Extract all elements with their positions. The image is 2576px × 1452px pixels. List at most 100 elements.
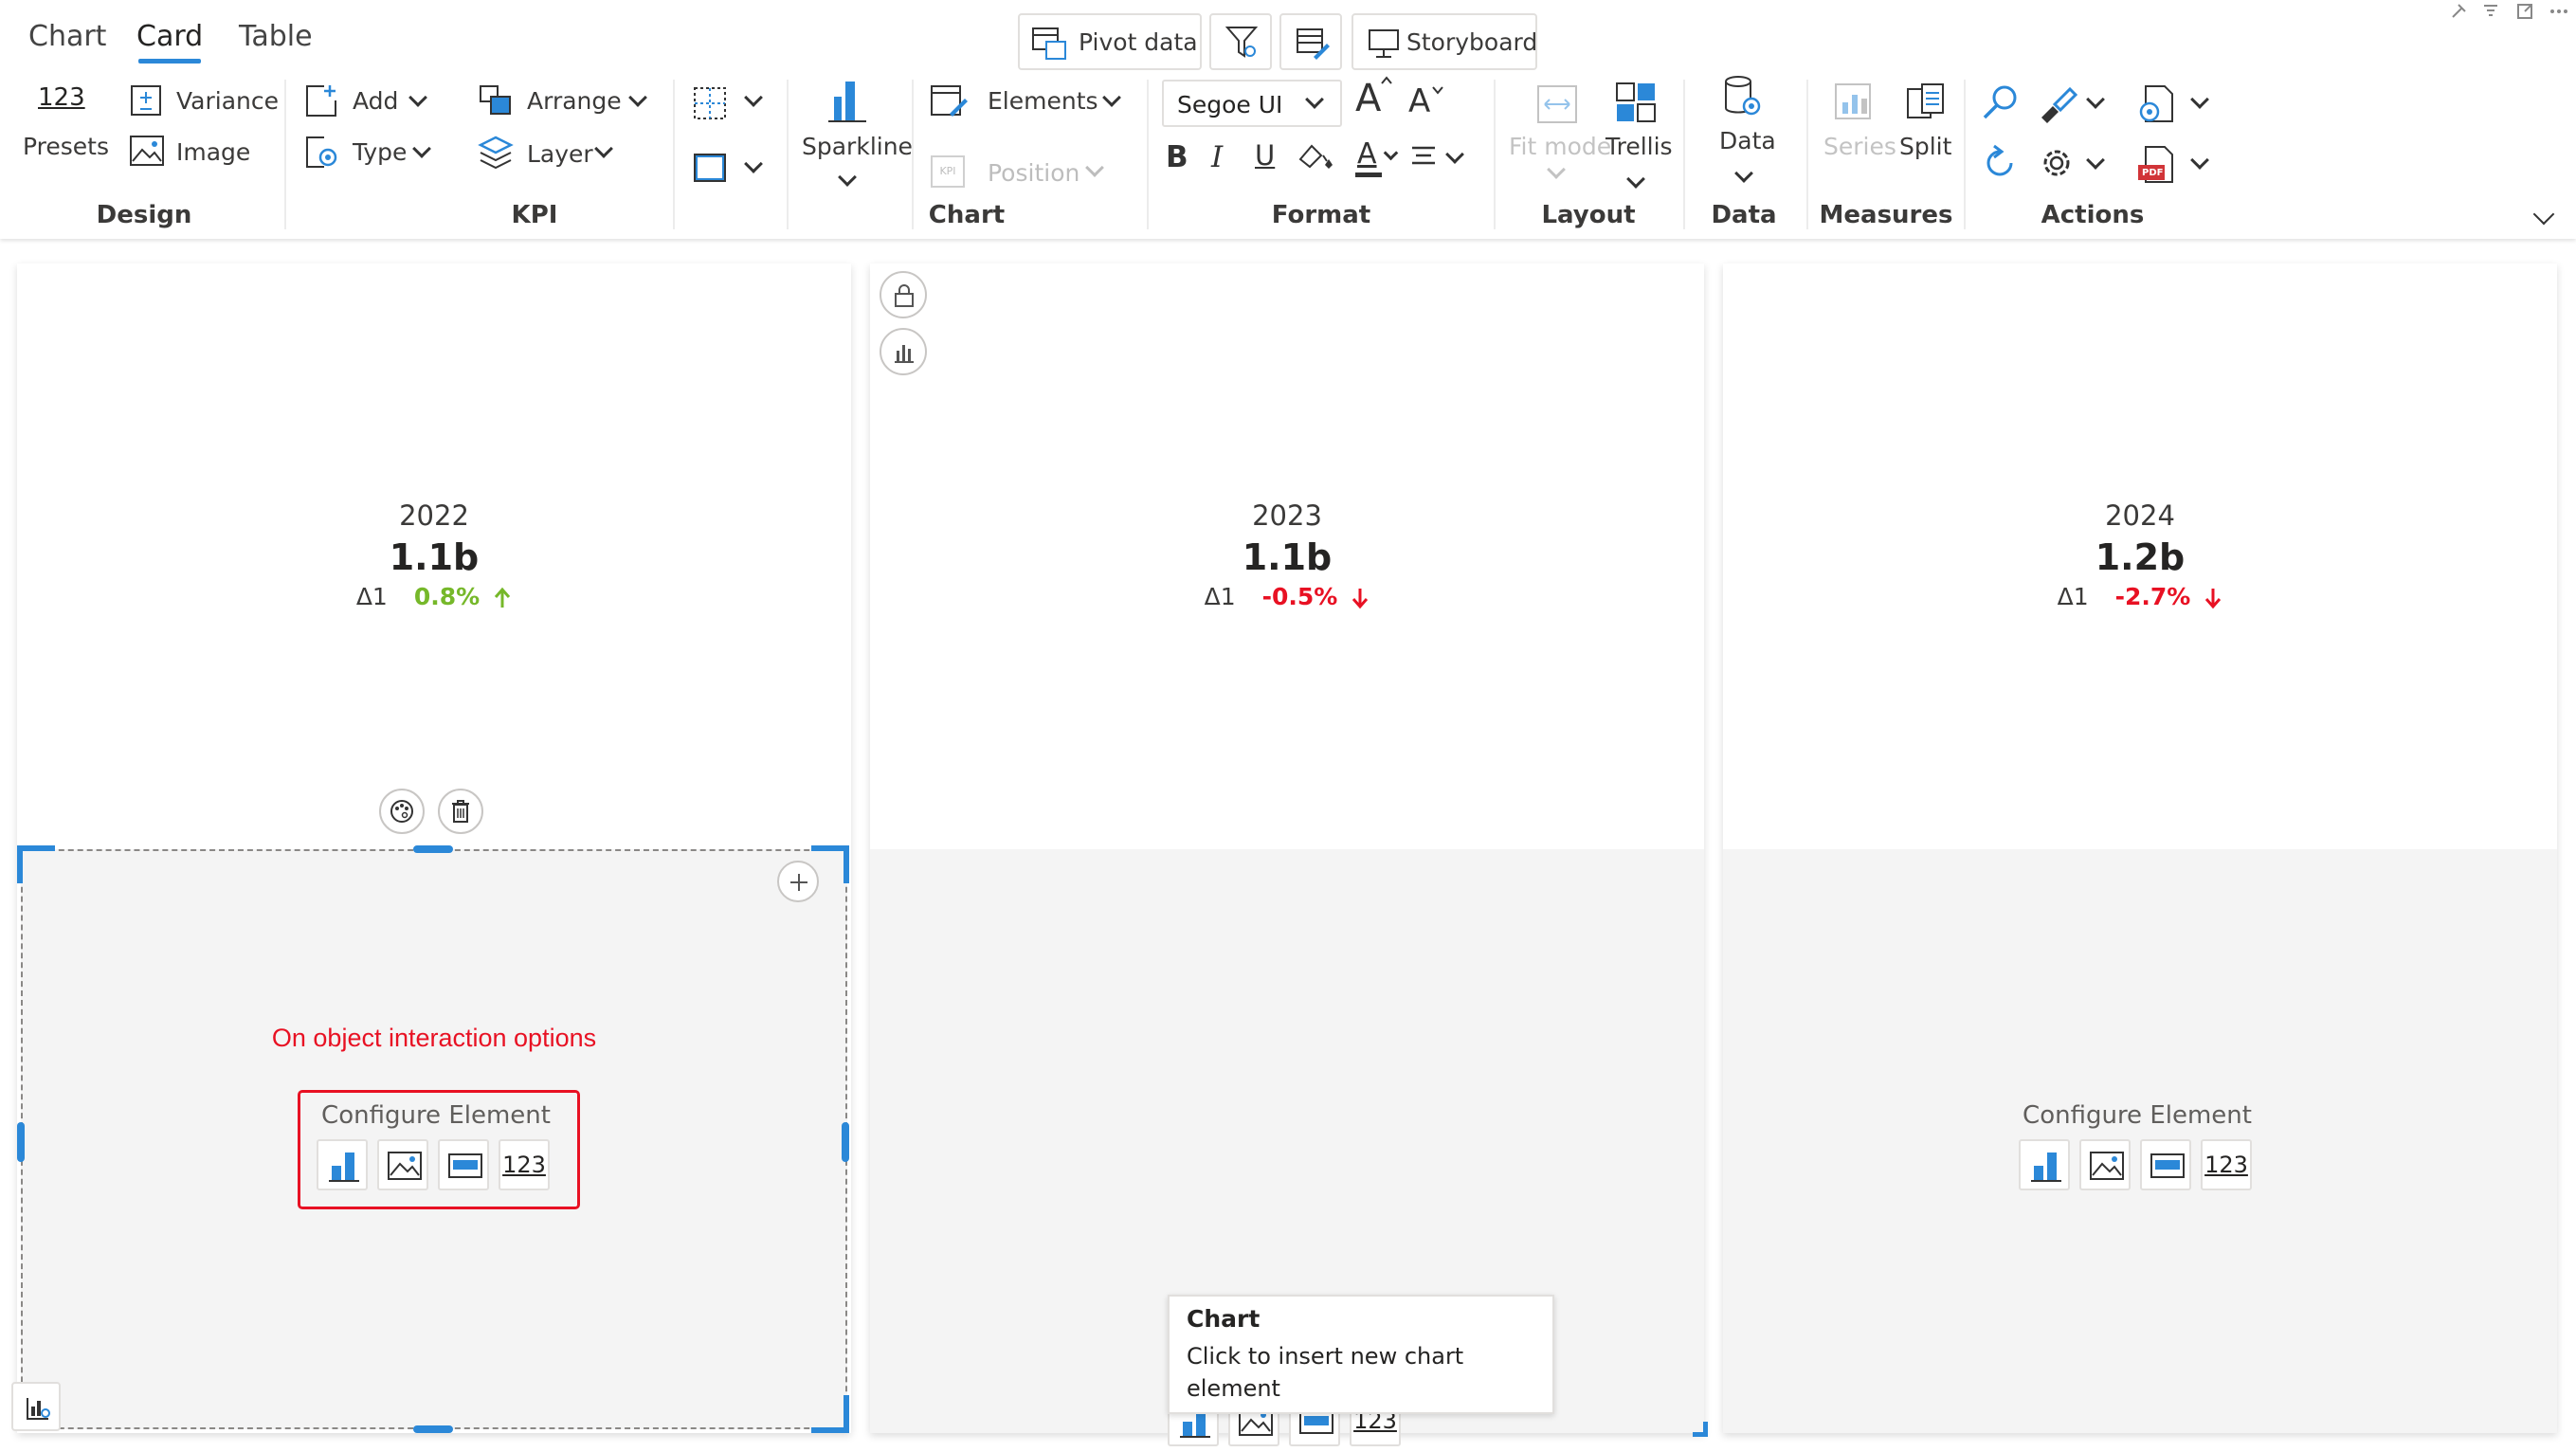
resize-handle[interactable] bbox=[17, 845, 55, 851]
fill-style-button[interactable] bbox=[688, 148, 773, 191]
add-element-button[interactable] bbox=[777, 861, 819, 902]
resize-handle[interactable] bbox=[413, 845, 453, 853]
increase-font-button[interactable]: A bbox=[1353, 76, 1395, 123]
annotation-text: On object interaction options bbox=[271, 1024, 597, 1052]
storyboard-icon bbox=[1369, 29, 1399, 58]
insert-shape-button[interactable] bbox=[2140, 1139, 2191, 1190]
insert-shape-button[interactable] bbox=[438, 1139, 489, 1190]
resize-handle[interactable] bbox=[413, 1425, 453, 1433]
data-button[interactable]: Data bbox=[1706, 74, 1782, 193]
settings-button[interactable] bbox=[2038, 144, 2110, 186]
tab-chart[interactable]: Chart bbox=[28, 17, 106, 57]
resize-handle[interactable] bbox=[17, 1122, 25, 1162]
italic-button[interactable]: I bbox=[1211, 138, 1223, 176]
underline-button[interactable]: U bbox=[1255, 136, 1275, 174]
font-family-select[interactable]: Segoe UI bbox=[1162, 80, 1342, 127]
arrow-down-icon bbox=[2205, 589, 2222, 609]
bold-button[interactable]: B bbox=[1166, 138, 1188, 176]
more-icon[interactable] bbox=[2548, 2, 2570, 21]
storyboard-button[interactable]: Storyboard bbox=[1351, 13, 1537, 70]
variance-button[interactable]: Variance bbox=[127, 82, 279, 121]
palette-icon bbox=[390, 800, 413, 823]
elements-icon bbox=[931, 85, 968, 117]
highlight-icon bbox=[1298, 144, 1333, 169]
search-icon[interactable] bbox=[1981, 83, 2021, 123]
insert-kpi-button[interactable]: 123 bbox=[499, 1139, 550, 1190]
card-value: 1.1b bbox=[389, 536, 480, 578]
pin-icon[interactable] bbox=[2449, 2, 2468, 21]
pivot-icon bbox=[1032, 27, 1066, 60]
kpi-card-2022[interactable]: 2022 1.1b Δ1 0.8% On object interaction o… bbox=[11, 263, 851, 1433]
delta-label: Δ1 bbox=[1204, 583, 1236, 610]
fit-mode-button[interactable]: Fit mode bbox=[1507, 80, 1611, 193]
chart-tools-button[interactable] bbox=[11, 1382, 61, 1431]
format-painter-button[interactable] bbox=[2038, 83, 2110, 125]
delta-label: Δ1 bbox=[355, 583, 388, 610]
selected-element-area[interactable]: On object interaction options Configure … bbox=[21, 849, 847, 1429]
decrease-font-button[interactable]: A bbox=[1406, 80, 1448, 123]
chart-settings-icon bbox=[27, 1398, 50, 1420]
group-label-design: Design bbox=[96, 201, 192, 229]
resize-handle[interactable] bbox=[844, 1395, 849, 1433]
font-color-button[interactable]: A bbox=[1353, 138, 1399, 180]
tab-table[interactable]: Table bbox=[239, 17, 313, 57]
resize-handle[interactable] bbox=[844, 845, 849, 883]
trellis-button[interactable]: Trellis bbox=[1602, 80, 1673, 199]
split-button[interactable]: Split bbox=[1896, 80, 1958, 165]
insert-chart-button[interactable] bbox=[317, 1139, 368, 1190]
resize-handle[interactable] bbox=[17, 845, 23, 883]
highlight-button[interactable] bbox=[1295, 138, 1340, 176]
image-button[interactable]: Image bbox=[127, 133, 269, 172]
active-tab-underline bbox=[138, 59, 201, 64]
kpi-card-2023[interactable]: 2023 1.1b Δ1 -0.5% Chart Click to insert … bbox=[870, 263, 1708, 1446]
sparkline-icon bbox=[828, 82, 866, 122]
image-icon bbox=[2090, 1152, 2124, 1180]
card-value: 1.1b bbox=[1242, 536, 1333, 578]
insert-kpi-button[interactable]: 123 bbox=[2201, 1139, 2252, 1190]
resize-handle[interactable] bbox=[842, 1122, 849, 1162]
filter-settings-button[interactable] bbox=[1209, 13, 1272, 70]
layer-button[interactable]: Layer bbox=[476, 133, 627, 172]
presets-button[interactable]: 123 Presets bbox=[19, 80, 109, 165]
table-edit-button[interactable] bbox=[1279, 13, 1342, 70]
pivot-data-button[interactable]: Pivot data bbox=[1018, 13, 1202, 70]
group-label-chart: Chart bbox=[928, 201, 1006, 229]
layer-icon bbox=[478, 136, 514, 170]
ribbon-separator bbox=[1494, 80, 1496, 229]
insert-chart-button[interactable] bbox=[2019, 1139, 2070, 1190]
delete-button[interactable] bbox=[438, 789, 483, 834]
insert-image-button[interactable] bbox=[377, 1139, 428, 1190]
position-button[interactable]: KPI Position bbox=[927, 152, 1128, 193]
chevron-down-icon bbox=[838, 168, 857, 187]
delta-percent: -0.5% bbox=[1261, 583, 1338, 610]
filter-small-icon[interactable] bbox=[2481, 2, 2500, 21]
chart-type-button[interactable] bbox=[880, 328, 927, 375]
border-style-button[interactable] bbox=[688, 82, 773, 125]
palette-button[interactable] bbox=[379, 789, 425, 834]
delta-percent: -2.7% bbox=[2114, 583, 2191, 610]
align-button[interactable] bbox=[1410, 140, 1469, 178]
document-gear-icon bbox=[2139, 85, 2173, 122]
arrange-button[interactable]: Arrange bbox=[476, 82, 650, 121]
elements-button[interactable]: Elements bbox=[927, 80, 1128, 123]
export-settings-button[interactable] bbox=[2136, 83, 2212, 127]
series-button[interactable]: Series bbox=[1820, 80, 1896, 165]
kpi-position-icon: KPI bbox=[931, 155, 965, 188]
type-button[interactable]: Type bbox=[301, 133, 434, 172]
export-pdf-button[interactable]: PDF bbox=[2136, 144, 2212, 188]
ribbon-separator bbox=[1964, 80, 1966, 229]
fit-mode-icon bbox=[1537, 85, 1577, 123]
collapse-ribbon-icon[interactable] bbox=[2532, 203, 2555, 226]
refresh-icon[interactable] bbox=[1981, 144, 2019, 182]
chevron-down-icon bbox=[1626, 170, 1645, 189]
sparkline-button[interactable]: Sparkline bbox=[798, 78, 913, 197]
tooltip: Chart Click to insert new chart element bbox=[1168, 1295, 1554, 1414]
insert-image-button[interactable] bbox=[2079, 1139, 2131, 1190]
tab-card[interactable]: Card bbox=[136, 17, 203, 57]
resize-handle[interactable] bbox=[1693, 1422, 1708, 1437]
kpi-card-2024[interactable]: 2024 1.2b Δ1 -2.7% Configure Element 123 bbox=[1723, 263, 2557, 1433]
lock-button[interactable] bbox=[880, 271, 927, 318]
add-button[interactable]: Add bbox=[301, 82, 434, 121]
expand-icon[interactable] bbox=[2515, 2, 2534, 21]
image-icon bbox=[388, 1152, 422, 1180]
